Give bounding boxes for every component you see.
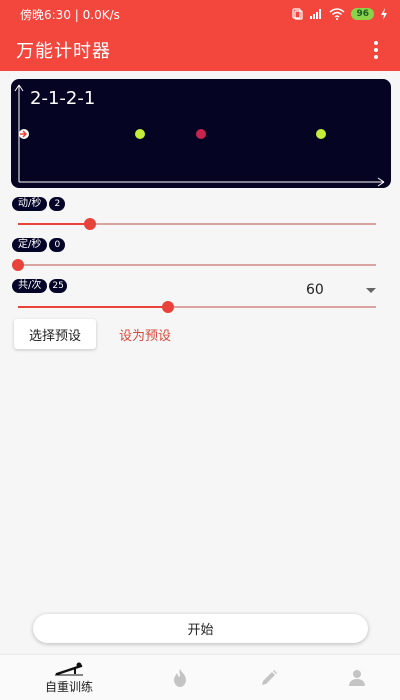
slider-value-badge: 0 [49, 238, 66, 252]
timer-visualization-panel: 2-1-2-1 [11, 79, 391, 188]
app-bar: 万能计时器 [0, 28, 400, 71]
nav-item-bodyweight[interactable]: 自重训练 [29, 655, 109, 700]
slider-name: 定/秒 [12, 238, 48, 252]
x-axis-arrow [377, 181, 385, 187]
y-axis-arrow [18, 84, 24, 92]
fire-icon [174, 669, 186, 687]
timeline-dot [196, 129, 206, 139]
pencil-icon [262, 670, 277, 685]
start-button[interactable]: 开始 [33, 614, 368, 643]
person-icon [349, 670, 365, 686]
total-reps-slider[interactable] [18, 301, 376, 313]
nav-item-fire[interactable] [140, 655, 220, 700]
bottom-navigation: 自重训练 [0, 654, 400, 700]
slider-fill [18, 223, 90, 225]
pushup-icon [55, 662, 83, 675]
y-axis-arrow [14, 84, 20, 92]
slider-value-badge: 2 [49, 197, 66, 211]
app-title: 万能计时器 [16, 40, 111, 62]
slider-value-badge: 25 [49, 279, 67, 293]
vibrate-icon [292, 8, 304, 20]
nav-item-profile[interactable] [317, 655, 397, 700]
chevron-down-icon [366, 287, 376, 293]
dropdown-value: 60 [306, 282, 324, 298]
status-icons: 96 [291, 8, 388, 20]
motion-seconds-slider[interactable] [18, 218, 376, 230]
repetition-dropdown[interactable]: 60 [306, 280, 376, 300]
slider-thumb[interactable] [12, 259, 24, 271]
nav-label: 自重训练 [44, 679, 93, 694]
timeline-dot [316, 129, 326, 139]
set-preset-button[interactable]: 设为预设 [112, 319, 178, 349]
more-vert-icon[interactable] [368, 40, 384, 60]
slider-label-total: 共/次 25 [12, 279, 67, 293]
signal-icon [310, 9, 322, 19]
nav-item-edit[interactable] [229, 655, 309, 700]
select-preset-button[interactable]: 选择预设 [14, 319, 96, 349]
hold-seconds-slider[interactable] [12, 259, 376, 271]
x-axis-arrow [377, 177, 385, 183]
slider-fill [18, 306, 168, 308]
timer-diagram [14, 84, 385, 187]
slider-name: 共/次 [12, 279, 48, 293]
slider-label-hold: 定/秒 0 [12, 238, 66, 252]
slider-name: 动/秒 [12, 197, 48, 211]
timeline-dot [135, 129, 145, 139]
charging-icon [381, 8, 387, 20]
slider-thumb[interactable] [84, 218, 96, 230]
wifi-icon [329, 8, 345, 20]
status-time: 傍晚6:30 | 0.0K/s [20, 7, 120, 22]
battery-indicator: 96 [351, 8, 374, 20]
slider-thumb[interactable] [162, 301, 174, 313]
slider-label-motion: 动/秒 2 [12, 197, 66, 211]
status-bar: 傍晚6:30 | 0.0K/s 96 [0, 0, 400, 28]
